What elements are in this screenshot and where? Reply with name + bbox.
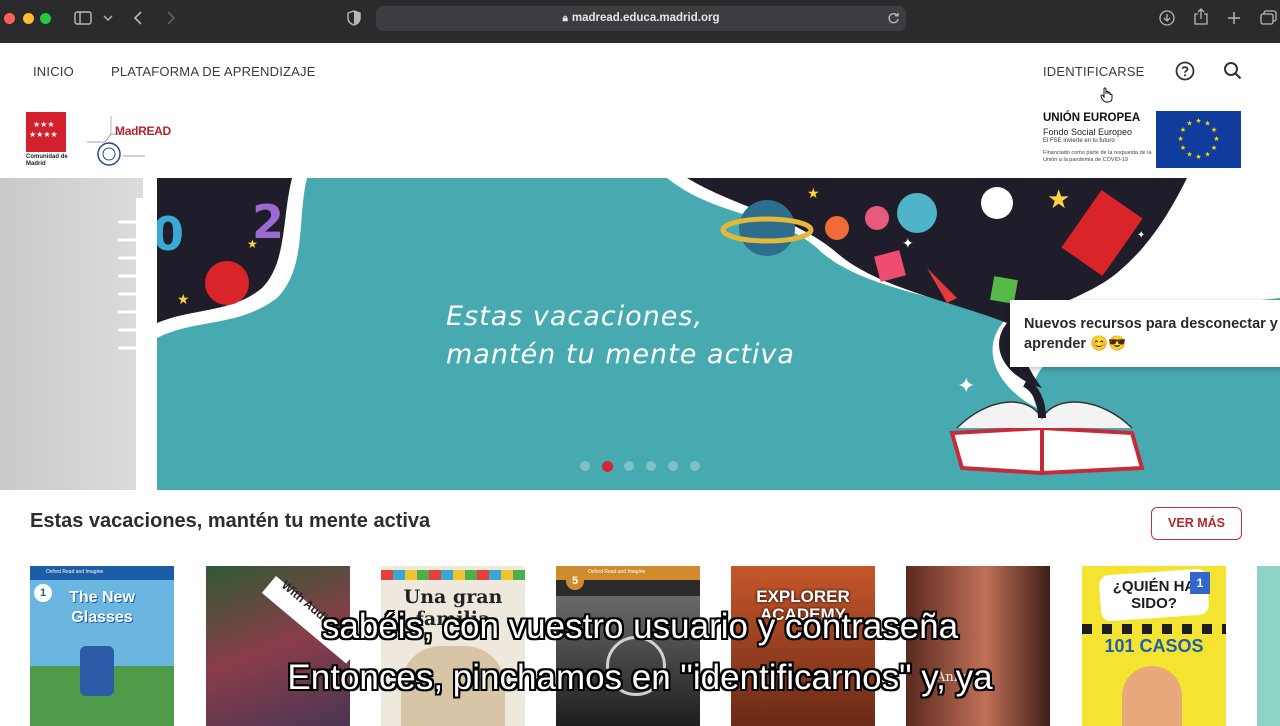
eu-fund: Fondo Social Europeo [1043,127,1133,137]
carousel-dot[interactable] [668,461,678,471]
download-icon[interactable] [1159,10,1175,26]
svg-text:0: 0 [157,207,184,261]
carousel-dot[interactable] [690,461,700,471]
book-cover[interactable]: Una gran familia [381,566,525,726]
hero-headline: Estas vacaciones, mantén tu mente activa [446,298,795,374]
svg-text:★: ★ [1195,117,1201,125]
share-icon[interactable] [1193,8,1209,26]
address-bar[interactable]: 🔒︎ madread.educa.madrid.org [376,6,906,31]
svg-text:★: ★ [247,237,258,251]
book-series: Oxford Read and Imagine [588,569,646,575]
reload-icon[interactable] [887,12,900,25]
book-series: Oxford Read and Imagine [46,569,104,575]
svg-text:★: ★ [1177,135,1183,143]
comunidad-de-madrid-logo[interactable]: ★★★ ★★★★ Comunidad de Madrid [26,112,68,168]
eu-title: UNIÓN EUROPEA [1043,112,1141,124]
svg-text:★: ★ [807,185,820,201]
book-cover[interactable]: EXPLORER ACADEMY [731,566,875,726]
madread-logo[interactable]: MadREAD [75,112,175,168]
search-icon[interactable] [1222,60,1244,82]
svg-text:✦: ✦ [1137,230,1145,241]
chevron-down-icon[interactable] [103,14,113,22]
callout-line1: Nuevos recursos para desconectar y [1024,316,1278,332]
back-icon[interactable] [133,10,143,26]
forward-icon[interactable] [166,10,176,26]
svg-text:★: ★ [1204,151,1210,159]
eu-flag-icon: ★ ★★ ★★★ ★★★ ★★★ [1156,111,1241,168]
carousel-dot[interactable] [580,461,590,471]
nav-inicio[interactable]: INICIO [33,64,74,79]
madread-title: MadREAD [115,124,171,138]
svg-text:★: ★ [1213,135,1219,143]
eu-tagline: El FSE invierte en tu futuro [1043,138,1115,144]
svg-text:★: ★ [1047,184,1070,214]
union-europea-logo[interactable]: UNIÓN EUROPEA Fondo Social Europeo El FS… [1043,110,1243,168]
nav-plataforma-de-aprendizaje[interactable]: PLATAFORMA DE APRENDIZAJE [111,64,316,79]
close-window-button[interactable] [4,13,15,24]
section-title: Estas vacaciones, mantén tu mente activa [30,510,431,532]
shield-icon[interactable] [347,10,361,26]
book-cover[interactable]: ¿QUIÉN HA SIDO? 1 101 CASOS [1082,566,1226,726]
svg-text:★: ★ [1180,126,1186,134]
lock-icon: 🔒︎ [562,13,568,24]
book-cover[interactable]: Oxford Read and Imagine 5 [556,566,700,726]
svg-text:★: ★ [1186,120,1192,128]
hero-callout-card[interactable]: Nuevos recursos para desconectar y apren… [1010,300,1280,367]
browser-toolbar: 🔒︎ madread.educa.madrid.org [0,0,1280,43]
ver-mas-button[interactable]: VER MÁS [1151,507,1242,540]
svg-text:★: ★ [1195,153,1201,161]
hero-headline-line2: mantén tu mente activa [446,339,795,370]
comunidad-de-madrid-text: Comunidad de Madrid [26,154,68,167]
svg-text:★: ★ [1211,126,1217,134]
new-tab-icon[interactable] [1227,11,1241,25]
eu-note: Financiado como parte de la respuesta de… [1043,150,1152,163]
book-cover-partial[interactable] [1257,566,1280,726]
sidebar-icon[interactable] [74,11,92,25]
carousel-dot-active[interactable] [602,460,613,472]
carousel-dot[interactable] [624,461,634,471]
book-cover[interactable]: With Audio [206,566,350,726]
svg-text:✦: ✦ [957,373,975,398]
svg-text:★: ★ [1186,151,1192,159]
book-cover[interactable]: Oxford Read and Imagine 1 The New Glasse… [30,566,174,726]
help-circle-icon[interactable] [1174,60,1196,82]
nav-identificarse[interactable]: IDENTIFICARSE [1043,64,1145,79]
carousel-dot[interactable] [646,461,656,471]
svg-text:★: ★ [177,291,190,307]
svg-text:★: ★ [1180,144,1186,152]
minimize-window-button[interactable] [23,13,34,24]
svg-text:★: ★ [1211,144,1217,152]
callout-line2: aprender 😊😎 [1024,336,1127,352]
tab-overview-icon[interactable] [1260,10,1278,26]
url-text: madread.educa.madrid.org [571,12,720,24]
maximize-window-button[interactable] [40,13,51,24]
subtitle-line2: Entonces, pinchamos en "identificarnos" … [287,658,993,697]
svg-text:✦: ✦ [902,235,914,251]
subtitle-line1: sabéis, con vuestro usuario y contraseña [321,607,959,646]
hand-cursor-icon [1100,87,1113,103]
book-title: ¿QUIÉN HA SIDO? [1112,578,1196,612]
previous-slide-preview[interactable] [0,178,143,490]
svg-text:★: ★ [1204,120,1210,128]
book-cover[interactable]: Anne [906,566,1050,726]
hero-headline-line1: Estas vacaciones, [446,301,704,332]
